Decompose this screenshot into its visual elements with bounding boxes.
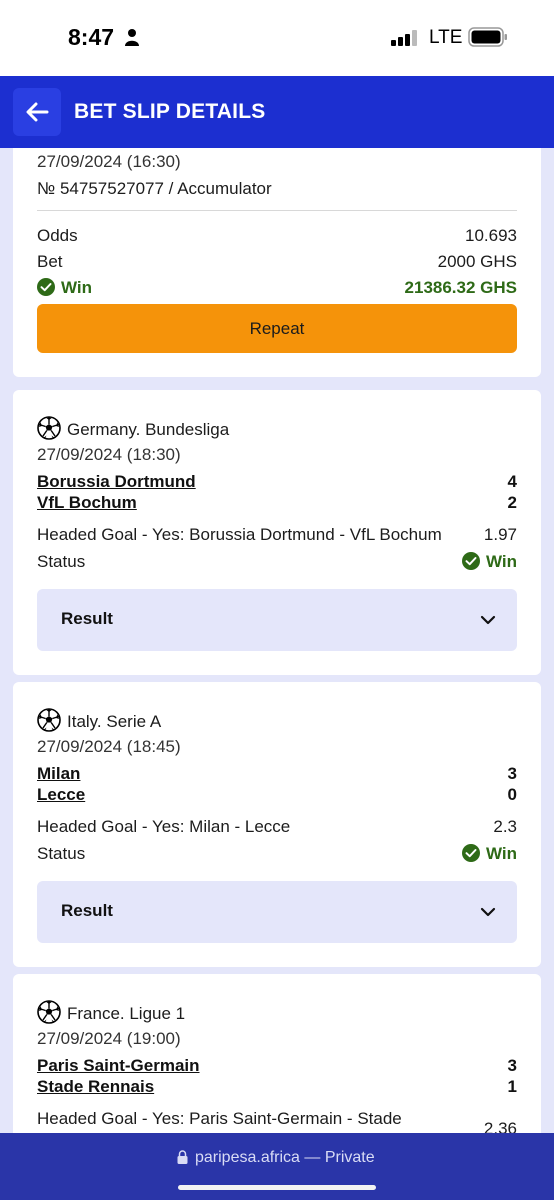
event-card: France. Ligue 1 27/09/2024 (19:00) Paris…	[13, 974, 541, 1154]
bet-datetime: 27/09/2024 (16:30)	[37, 152, 181, 171]
lock-icon	[177, 1150, 188, 1164]
status-bar: 8:47 LTE	[0, 0, 554, 76]
bet-summary-card: 27/09/2024 (16:30) № 54757527077 / Accum…	[13, 148, 541, 377]
divider	[37, 210, 517, 211]
status-value: Win	[461, 552, 517, 572]
win-label-row: Win	[37, 278, 92, 298]
chevron-down-icon	[480, 907, 496, 917]
odds-label: Odds	[37, 226, 78, 245]
home-score: 3	[507, 1056, 517, 1075]
league-row: Germany. Bundesliga	[37, 416, 229, 440]
away-score: 0	[507, 785, 517, 804]
network-label: LTE	[429, 27, 463, 48]
home-team-link[interactable]: Paris Saint-Germain	[37, 1056, 200, 1076]
back-button[interactable]	[13, 88, 61, 136]
win-label: Win	[61, 278, 93, 297]
home-indicator[interactable]	[178, 1185, 376, 1190]
url-domain: paripesa.africa	[195, 1149, 300, 1166]
market-text: Headed Goal - Yes: Paris Saint-Germain -…	[37, 1109, 402, 1128]
event-datetime: 27/09/2024 (18:45)	[37, 737, 181, 756]
market-text: Headed Goal - Yes: Milan - Lecce	[37, 817, 291, 836]
result-dropdown[interactable]: Result	[37, 881, 517, 943]
home-team-link[interactable]: Borussia Dortmund	[37, 472, 196, 492]
win-value: 21386.32 GHS	[404, 278, 517, 297]
away-team-link[interactable]: Lecce	[37, 785, 85, 805]
ticket-number: № 54757527077 / Accumulator	[37, 179, 272, 198]
away-team-link[interactable]: Stade Rennais	[37, 1077, 154, 1097]
home-team-link[interactable]: Milan	[37, 764, 80, 784]
status-label: Status	[37, 844, 86, 863]
url-text: paripesa.africa — Private	[195, 1149, 375, 1167]
event-card: Germany. Bundesliga 27/09/2024 (18:30) B…	[13, 390, 541, 675]
result-label: Result	[61, 609, 113, 628]
result-dropdown[interactable]: Result	[37, 589, 517, 651]
app-header: BET SLIP DETAILS	[0, 76, 554, 148]
market-odds: 1.97	[483, 525, 517, 544]
away-score: 2	[507, 493, 517, 512]
league-row: France. Ligue 1	[37, 1000, 185, 1024]
event-datetime: 27/09/2024 (18:30)	[37, 445, 181, 464]
soccer-ball-icon	[37, 416, 61, 440]
status-value: Win	[461, 844, 517, 864]
away-team-link[interactable]: VfL Bochum	[37, 493, 137, 513]
league-name: Germany. Bundesliga	[67, 420, 230, 439]
battery-icon	[468, 27, 507, 47]
status-time: 8:47	[68, 24, 115, 50]
check-circle-icon	[37, 278, 55, 296]
status-win-text: Win	[485, 552, 517, 571]
home-score: 4	[507, 472, 517, 491]
check-circle-icon	[461, 844, 480, 862]
odds-value: 10.693	[465, 226, 517, 245]
status-label: Status	[37, 552, 86, 571]
repeat-button[interactable]: Repeat	[37, 304, 517, 353]
event-card: Italy. Serie A 27/09/2024 (18:45) Milan …	[13, 682, 541, 967]
league-row: Italy. Serie A	[37, 708, 161, 732]
chevron-down-icon	[480, 615, 496, 625]
browser-address-bar[interactable]: paripesa.africa — Private	[0, 1133, 554, 1200]
bet-label: Bet	[37, 252, 63, 271]
status-win-text: Win	[485, 844, 517, 863]
signal-icon	[391, 30, 417, 46]
away-score: 1	[507, 1077, 517, 1096]
home-score: 3	[507, 764, 517, 783]
soccer-ball-icon	[37, 1000, 61, 1024]
arrow-left-icon	[26, 102, 49, 122]
market-text: Headed Goal - Yes: Borussia Dortmund - V…	[37, 525, 442, 544]
soccer-ball-icon	[37, 708, 61, 732]
league-name: France. Ligue 1	[67, 1004, 186, 1023]
league-name: Italy. Serie A	[67, 712, 162, 731]
market-odds: 2.3	[493, 817, 517, 836]
event-datetime: 27/09/2024 (19:00)	[37, 1029, 181, 1048]
private-mode-label: — Private	[304, 1149, 375, 1166]
person-icon	[125, 29, 139, 46]
check-circle-icon	[461, 552, 480, 570]
page-title: BET SLIP DETAILS	[74, 100, 266, 123]
result-label: Result	[61, 901, 113, 920]
bet-value: 2000 GHS	[437, 252, 517, 271]
